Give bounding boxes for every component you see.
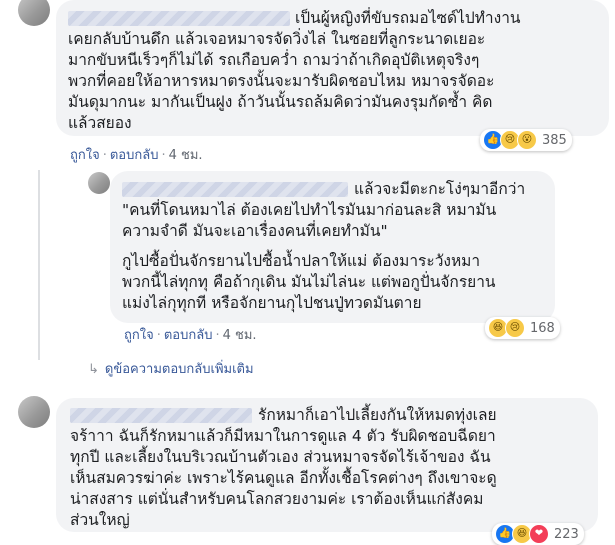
- commenter-avatar[interactable]: [18, 396, 50, 428]
- comment-text-line: เป็นผู้หญิงที่ขับรถมอไซด์ไปทำงาน: [295, 9, 521, 27]
- comment-text-line: ส่วนใหญ่: [70, 511, 130, 529]
- separator: ·: [102, 148, 107, 163]
- comment-text-line: เคยกลับบ้านดึก แล้วเจอหมาจรจัดวิ่งไล่ ใน…: [68, 30, 486, 48]
- comment-text-line: พวกที่คอยให้อาหารหมาตรงนั้นจะมารับผิดชอบ…: [68, 72, 495, 90]
- wow-icon: 😮: [517, 130, 537, 150]
- reaction-count: 223: [554, 526, 579, 542]
- comment-text-line: น่าสงสาร แต่นั่นสำหรับคนโลกสวยงามค่ะ เรา…: [70, 490, 484, 508]
- reply-text-line: ความจำดี มันจะเอาเรื่องคนที่เคยทำมัน": [122, 222, 388, 240]
- commenter-name-redacted[interactable]: [70, 408, 252, 423]
- commenter-avatar[interactable]: [18, 0, 50, 26]
- reaction-summary[interactable]: 😆 😢 168: [485, 317, 560, 339]
- view-more-replies-link[interactable]: ↳ ดูข้อความตอบกลับเพิ่มเติม: [88, 358, 254, 379]
- comment-text-line: เห็นสมควรฆ่าค่ะ เพราะไร้คนดูแล อีกทั้งเช…: [70, 469, 497, 487]
- reply-bubble: แล้วจะมีตะกะโง่ๆมาอีกว่า "คนที่โดนหมาไล่…: [110, 171, 555, 323]
- reply-text-line: "คนที่โดนหมาไล่ ต้องเคยไปทำไรมันมาก่อนละ…: [122, 201, 497, 219]
- reply-arrow-icon: ↳: [88, 362, 99, 377]
- separator: ·: [215, 328, 220, 343]
- comment-text-line: แล้วสยอง: [68, 114, 132, 132]
- comment-bubble: เป็นผู้หญิงที่ขับรถมอไซด์ไปทำงาน เคยกลับ…: [56, 0, 609, 136]
- comment-timestamp[interactable]: 4 ชม.: [223, 328, 257, 343]
- love-icon: ❤: [529, 524, 549, 544]
- comment-text-line: รักหมาก็เอาไปเลี้ยงกันให้หมดทุ่งเลย: [258, 406, 497, 424]
- reaction-count: 385: [542, 132, 567, 148]
- replier-avatar[interactable]: [88, 172, 110, 194]
- comment-text-line: มันดุมากนะ มากันเป็นฝูง ถ้าวันนั้นรถล้มค…: [68, 93, 493, 111]
- reply-link[interactable]: ตอบกลับ: [110, 148, 159, 163]
- comment-timestamp[interactable]: 4 ชม.: [169, 148, 203, 163]
- reply-thread-line: [38, 170, 40, 360]
- sad-icon: 😢: [505, 318, 525, 338]
- reply-actions: ถูกใจ · ตอบกลับ · 4 ชม.: [124, 324, 257, 345]
- reply-text-line: พวกนี้ไล่ทุกทุ คือถ้ากุเดิน มันไม่ไล่นะ …: [122, 273, 496, 291]
- separator: ·: [161, 148, 166, 163]
- view-more-replies-label: ดูข้อความตอบกลับเพิ่มเติม: [104, 362, 254, 377]
- reaction-summary[interactable]: 👍 😢 😮 385: [480, 129, 572, 151]
- reply-link[interactable]: ตอบกลับ: [164, 328, 213, 343]
- like-link[interactable]: ถูกใจ: [70, 148, 100, 163]
- like-link[interactable]: ถูกใจ: [124, 328, 154, 343]
- commenter-name-redacted[interactable]: [68, 11, 290, 26]
- reply-text-line: กูไปซื้อปั่นจักรยานไปซื้อน้ำปลาให้แม่ ต้…: [122, 252, 481, 270]
- comment-text-line: ทุกปี และเลี้ยงในบริเวณบ้านตัวเอง ส่วนหม…: [70, 448, 491, 466]
- separator: ·: [156, 328, 161, 343]
- comment-text-line: จร้าาา ฉันก็รักหมาแล้วก็มีหมาในการดูแล 4…: [70, 427, 496, 445]
- comment-bubble: รักหมาก็เอาไปเลี้ยงกันให้หมดทุ่งเลย จร้า…: [56, 398, 598, 532]
- reaction-count: 168: [530, 320, 555, 336]
- replier-name-redacted[interactable]: [122, 182, 348, 197]
- comment-actions: ถูกใจ · ตอบกลับ · 4 ชม.: [70, 144, 203, 165]
- reply-text-line: แล้วจะมีตะกะโง่ๆมาอีกว่า: [354, 180, 526, 198]
- reply-text-line: แม่งไล่กุทุกที หรือจักยานกุไปชนปู่ทวดมัน…: [122, 294, 422, 312]
- comment-text-line: มากขับหนีเร็วๆก็ไม่ได้ รถเกือบคว่ำ ถามว่…: [68, 51, 480, 69]
